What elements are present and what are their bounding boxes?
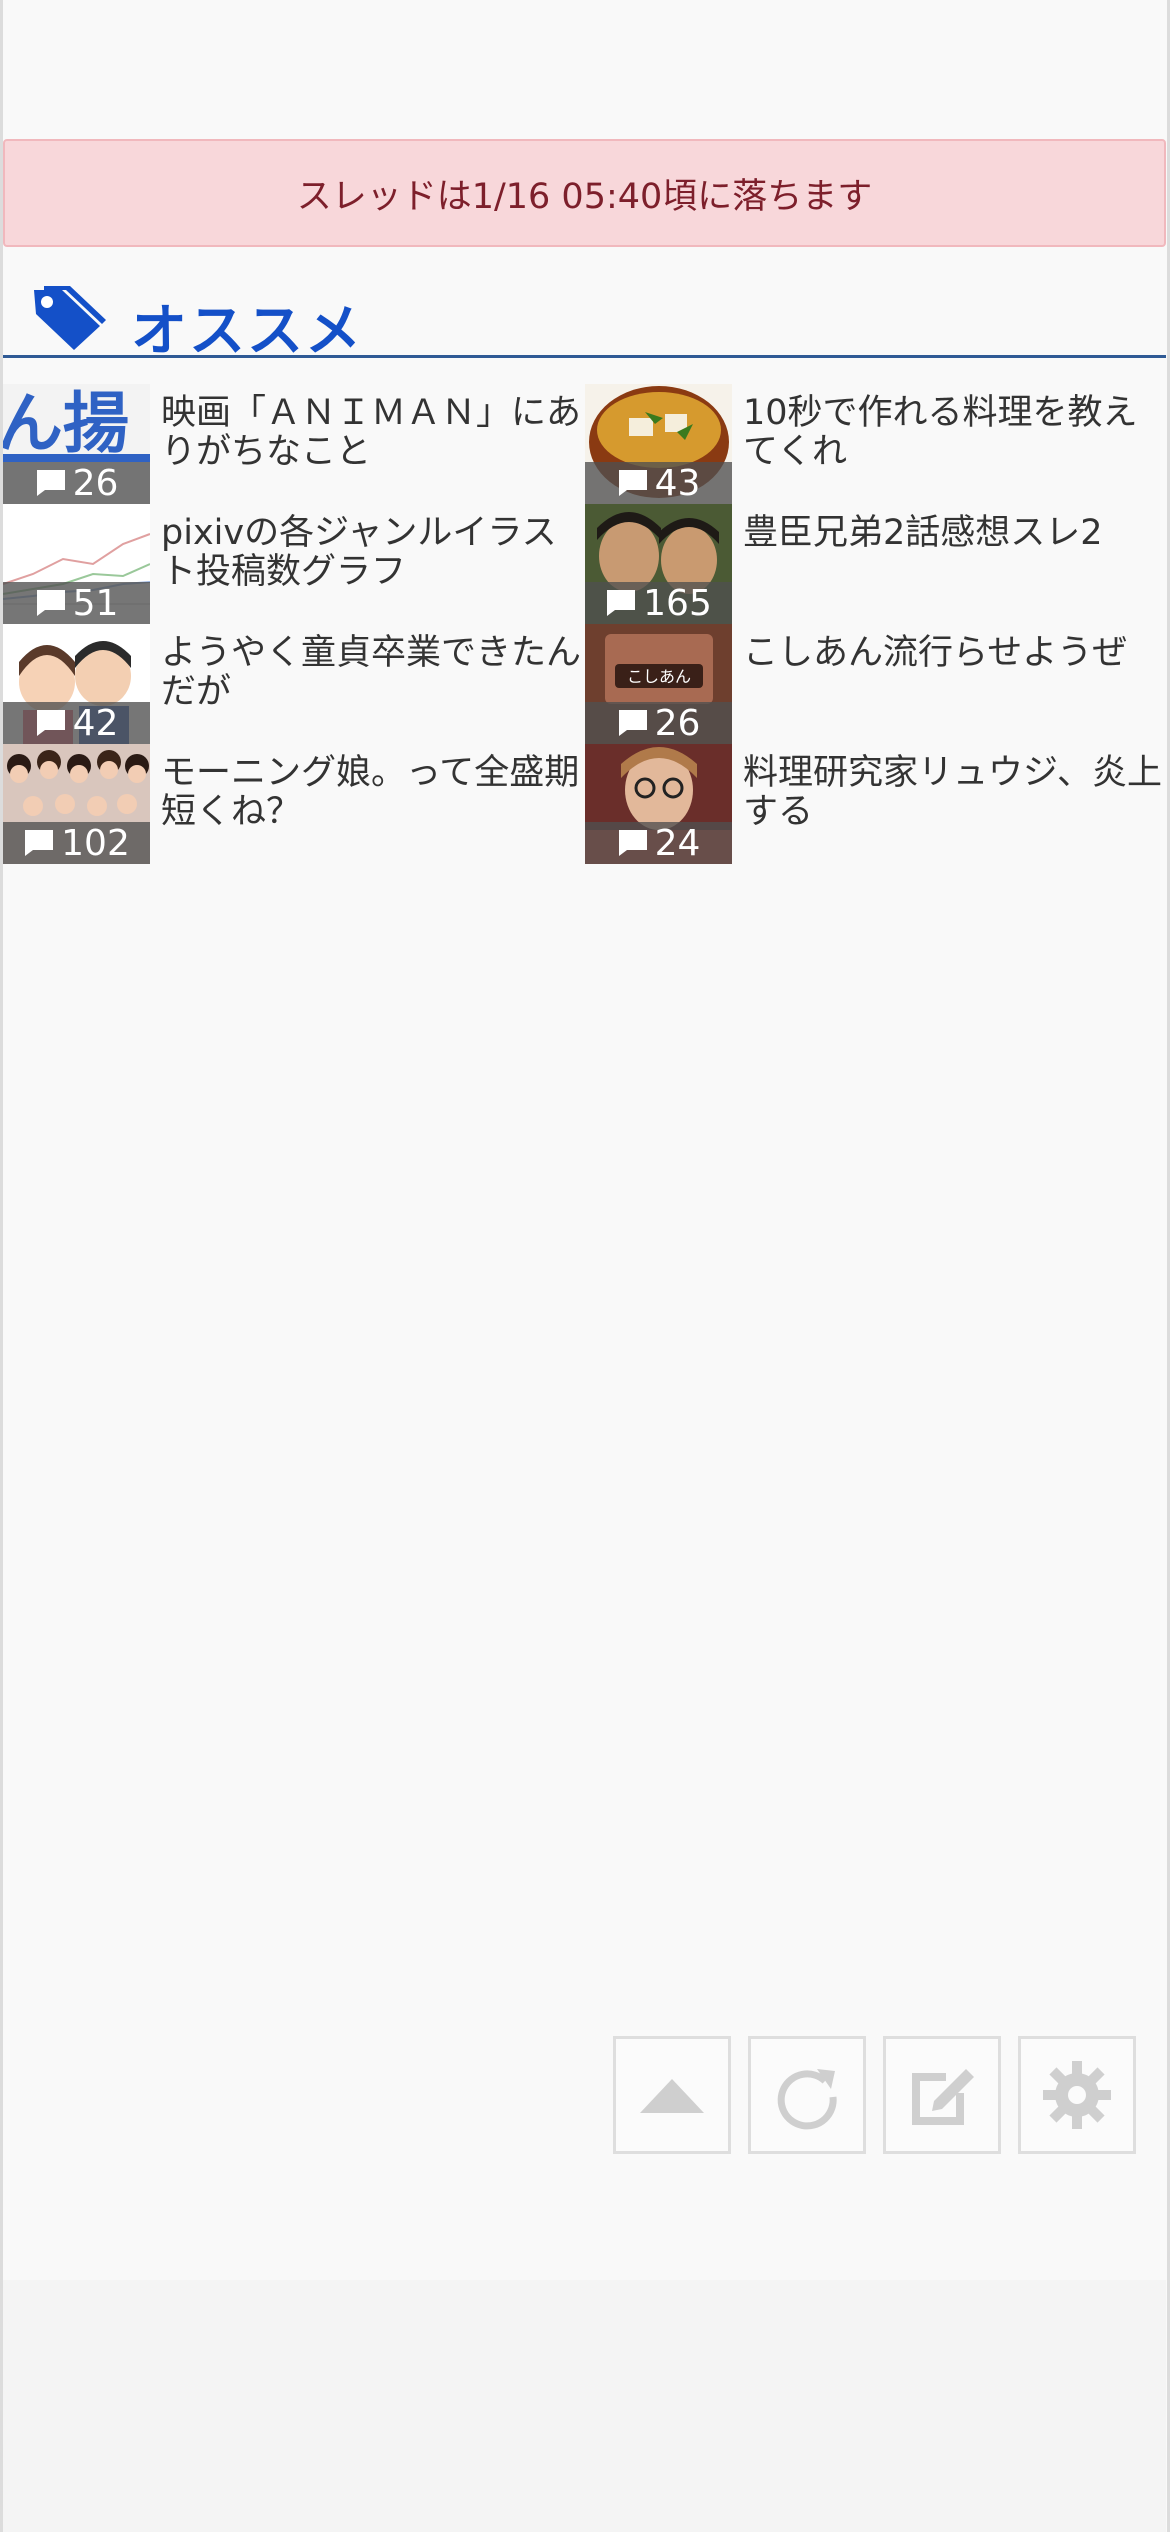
reload-button[interactable] <box>748 2036 866 2154</box>
thumbnail: 24 <box>585 744 732 864</box>
notice-text: スレッドは1/16 05:40頃に落ちます <box>296 176 873 217</box>
comment-icon <box>36 710 65 736</box>
comment-count-badge: 51 <box>3 582 150 624</box>
thumbnail: 102 <box>3 744 150 864</box>
scroll-top-button[interactable] <box>613 2036 731 2154</box>
recommend-section-header: オススメ <box>3 280 1166 364</box>
item-title[interactable]: pixivの各ジャンルイラスト投稿数グラフ <box>161 514 581 592</box>
comment-icon <box>618 830 647 856</box>
thumbnail: 42 <box>3 624 150 744</box>
comment-count-badge: 42 <box>3 702 150 744</box>
comment-count-badge: 43 <box>585 462 732 504</box>
comment-icon <box>36 590 65 616</box>
item-title[interactable]: こしあん流行らせようぜ <box>743 634 1163 673</box>
tag-icon <box>34 286 106 350</box>
recommend-item[interactable]: 102 モーニング娘。って全盛期短くね？ <box>3 744 583 864</box>
item-title[interactable]: モーニング娘。って全盛期短くね？ <box>161 754 581 832</box>
recommend-item[interactable]: 24 料理研究家リュウジ、炎上する <box>585 744 1165 864</box>
settings-button[interactable] <box>1018 2036 1136 2154</box>
settings-icon <box>1043 2061 1111 2129</box>
item-title[interactable]: 料理研究家リュウジ、炎上する <box>743 754 1163 832</box>
item-title[interactable]: ようやく童貞卒業できたんだが <box>161 634 581 712</box>
recommend-item[interactable]: 51 pixivの各ジャンルイラスト投稿数グラフ <box>3 504 583 624</box>
item-title[interactable]: 映画「ＡＮＩＭＡＮ」にありがちなこと <box>161 394 581 472</box>
svg-text:こしあん: こしあん <box>627 667 691 686</box>
comment-icon <box>25 830 54 856</box>
thread-expiry-notice: スレッドは1/16 05:40頃に落ちます <box>3 139 1166 247</box>
comment-count-badge: 26 <box>3 462 150 504</box>
recommend-item[interactable]: 42 ようやく童貞卒業できたんだが <box>3 624 583 744</box>
thumbnail: 43 <box>585 384 732 504</box>
comment-count-badge: 24 <box>585 822 732 864</box>
reload-icon <box>777 2069 837 2130</box>
svg-text:ん揚: ん揚 <box>3 385 129 462</box>
comment-count-badge: 102 <box>3 822 150 864</box>
comment-icon <box>607 590 636 616</box>
recommend-item[interactable]: ん揚 26 映画「ＡＮＩＭＡＮ」にありがちなこと <box>3 384 583 504</box>
compose-icon <box>912 2069 974 2125</box>
comment-icon <box>618 470 647 496</box>
comment-count-badge: 26 <box>585 702 732 744</box>
thumbnail: 165 <box>585 504 732 624</box>
scroll-top-icon <box>640 2079 704 2113</box>
bottom-area <box>3 2280 1166 2532</box>
recommend-item[interactable]: こしあん 26 こしあん流行らせようぜ <box>585 624 1165 744</box>
comment-icon <box>618 710 647 736</box>
comment-count-badge: 165 <box>585 582 732 624</box>
thumbnail: 51 <box>3 504 150 624</box>
item-title[interactable]: 豊臣兄弟2話感想スレ2 <box>743 514 1163 553</box>
recommend-item[interactable]: 43 10秒で作れる料理を教えてくれ <box>585 384 1165 504</box>
thumbnail: こしあん 26 <box>585 624 732 744</box>
item-title[interactable]: 10秒で作れる料理を教えてくれ <box>743 394 1163 472</box>
section-title: オススメ <box>131 299 363 364</box>
comment-icon <box>36 470 65 496</box>
recommend-item[interactable]: 165 豊臣兄弟2話感想スレ2 <box>585 504 1165 624</box>
thumbnail: ん揚 26 <box>3 384 150 504</box>
compose-button[interactable] <box>883 2036 1001 2154</box>
